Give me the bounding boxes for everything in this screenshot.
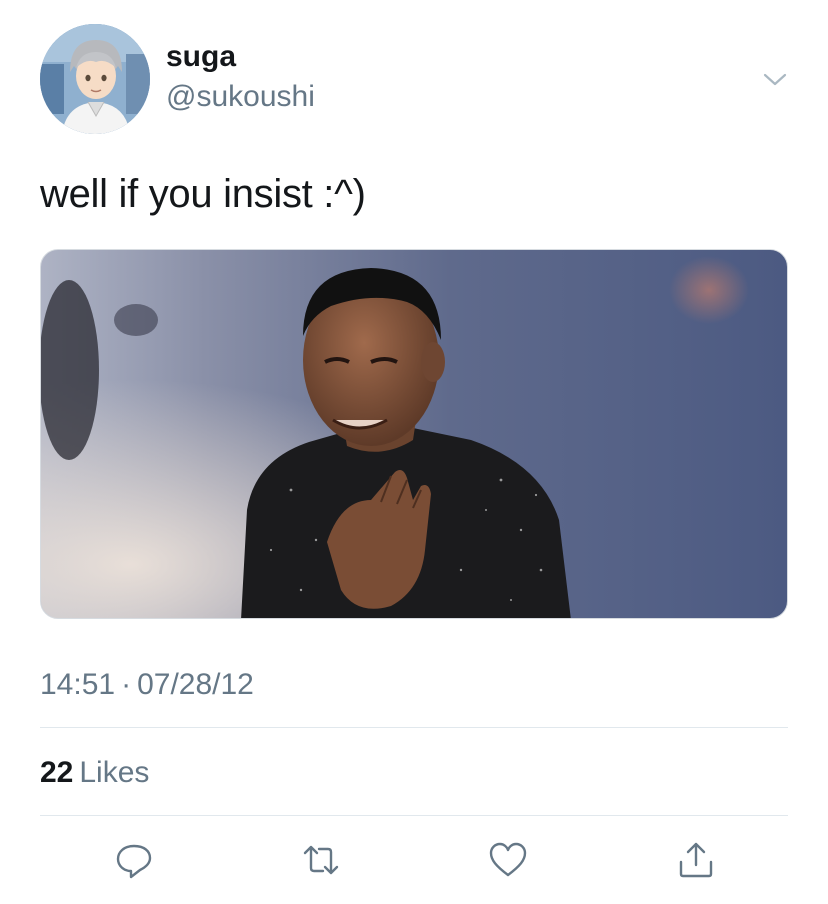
user-handle[interactable]: @sukoushi [166, 80, 315, 114]
avatar[interactable] [40, 24, 150, 134]
tweet-timestamp[interactable]: 14:51 · 07/28/12 [40, 668, 254, 702]
gif-man-clapping-image [41, 250, 787, 618]
likes-stat[interactable]: 22 Likes [40, 756, 149, 790]
tweet-detail: suga @sukoushi well if you insist :^) 14… [0, 0, 828, 904]
likes-count: 22 [40, 756, 74, 789]
display-name[interactable]: suga [166, 40, 236, 74]
timestamp-separator: · [121, 668, 132, 701]
reply-icon[interactable] [114, 840, 154, 880]
likes-label: Likes [79, 756, 150, 789]
heart-icon[interactable] [488, 840, 528, 880]
tweet-time: 14:51 [40, 668, 116, 701]
avatar-image [40, 24, 150, 134]
tweet-media[interactable] [40, 249, 788, 619]
divider [40, 815, 788, 816]
tweet-text: well if you insist :^) [40, 172, 366, 216]
chevron-down-icon[interactable] [760, 64, 790, 94]
share-icon[interactable] [676, 840, 716, 880]
tweet-date: 07/28/12 [137, 668, 254, 701]
retweet-icon[interactable] [301, 840, 341, 880]
divider [40, 727, 788, 728]
